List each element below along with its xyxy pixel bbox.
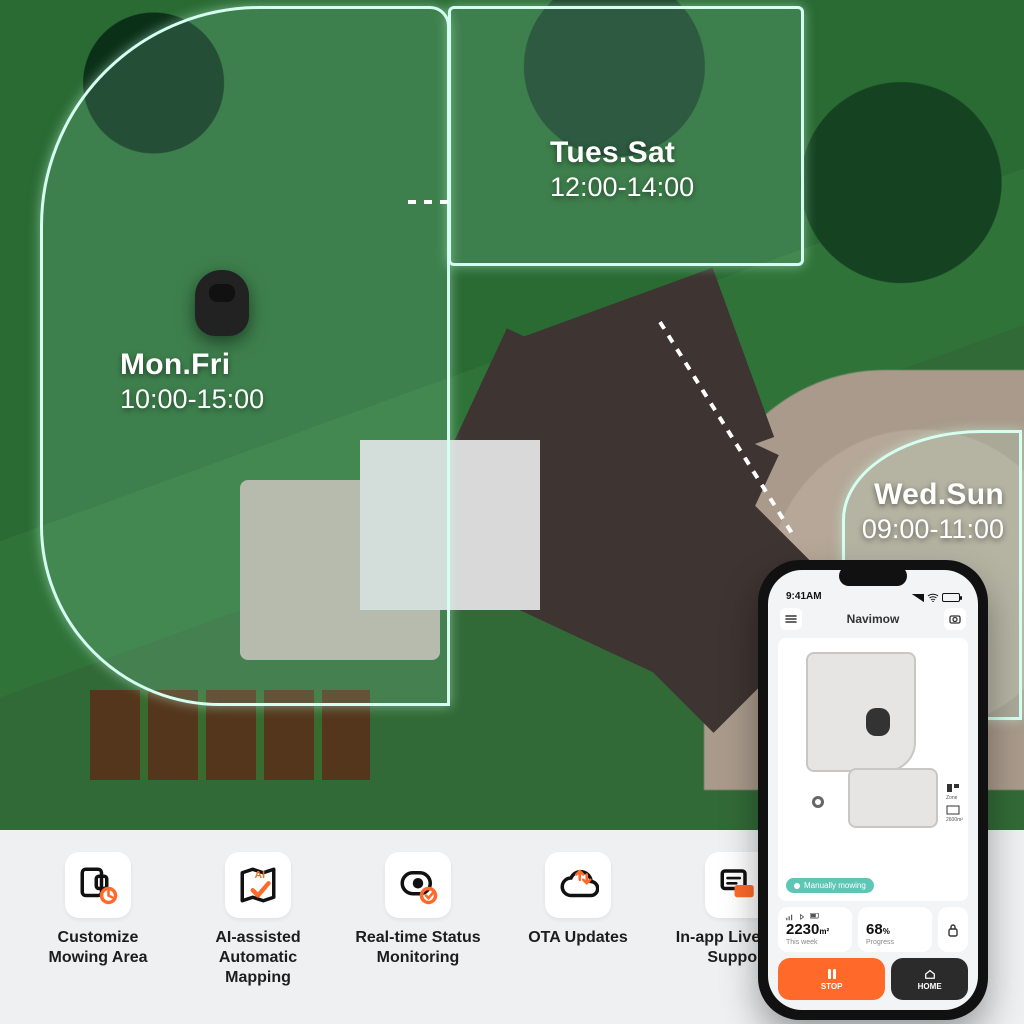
phone-mockup: 9:41AM Navimow	[758, 560, 988, 1020]
area-tag: 2600m²	[946, 805, 964, 819]
app-screen: 9:41AM Navimow	[768, 570, 978, 1010]
stop-button[interactable]: STOP	[778, 958, 885, 1000]
stat-area-value: 2230	[786, 921, 819, 938]
hamburger-icon	[785, 613, 797, 625]
zone-1-label: Mon.Fri 10:00-15:00	[120, 348, 264, 415]
menu-button[interactable]	[780, 608, 802, 630]
mower-robot-icon	[195, 270, 249, 336]
stat-progress-unit: %	[883, 927, 890, 936]
home-button[interactable]: HOME	[891, 958, 968, 1000]
stat-area-card[interactable]: 2230m² This week	[778, 907, 852, 952]
zone-3-days: Wed.Sun	[862, 478, 1004, 512]
battery-small-icon	[810, 913, 820, 919]
feature-label: AI-assisted Automatic Mapping	[194, 928, 322, 988]
stat-progress-value: 68	[866, 921, 883, 938]
status-time: 9:41AM	[786, 591, 822, 602]
lock-button[interactable]	[938, 907, 968, 952]
feature-label: Customize Mowing Area	[34, 928, 162, 968]
app-dock-icon	[812, 796, 824, 808]
app-header: Navimow	[768, 604, 978, 634]
zone-3-time: 09:00-11:00	[862, 514, 1004, 545]
stop-button-label: STOP	[821, 982, 843, 991]
zone-3-label: Wed.Sun 09:00-11:00	[862, 478, 1004, 545]
ai-mapping-icon: AI	[237, 864, 279, 906]
wifi-icon	[927, 593, 939, 602]
status-pill-text: Manually mowing	[804, 881, 866, 890]
battery-icon	[942, 593, 960, 602]
app-title: Navimow	[847, 612, 900, 626]
mower-status-pill[interactable]: Manually mowing	[786, 878, 874, 893]
camera-button[interactable]	[944, 608, 966, 630]
signal-icon	[786, 913, 794, 921]
svg-text:AI: AI	[255, 869, 266, 881]
zone-1-days: Mon.Fri	[120, 348, 264, 382]
home-button-label: HOME	[918, 982, 942, 991]
stat-area-sub: This week	[786, 939, 844, 946]
zone-count-tag: Zone	[946, 783, 964, 797]
map-side-info: Zone 2600m²	[946, 783, 964, 819]
status-dot-icon	[794, 883, 800, 889]
feature-ota-updates: OTA Updates	[514, 852, 642, 948]
zone-2-label: Tues.Sat 12:00-14:00	[550, 136, 694, 203]
bluetooth-icon	[798, 913, 806, 921]
stat-area-unit: m²	[819, 927, 829, 936]
cellular-icon	[912, 594, 924, 602]
chat-support-icon	[717, 864, 759, 906]
feature-ai-mapping: AI AI-assisted Automatic Mapping	[194, 852, 322, 988]
pause-icon	[826, 968, 838, 980]
feature-customize-area: Customize Mowing Area	[34, 852, 162, 968]
feature-label: OTA Updates	[528, 928, 628, 948]
app-map-area[interactable]: Zone 2600m² Manually mowing	[778, 638, 968, 901]
home-icon	[924, 968, 936, 980]
camera-icon	[949, 613, 961, 625]
map-area-icon	[77, 864, 119, 906]
app-map-zone	[806, 652, 916, 772]
zone-2-days: Tues.Sat	[550, 136, 694, 170]
app-map-zone	[848, 768, 938, 828]
camera-status-icon	[397, 864, 439, 906]
zone-connector-1-2	[408, 200, 450, 204]
stat-progress-card[interactable]: 68% Progress	[858, 907, 932, 952]
dynamic-island	[839, 566, 907, 586]
zone-1-time: 10:00-15:00	[120, 384, 264, 415]
zone-2-time: 12:00-14:00	[550, 172, 694, 203]
feature-status-monitoring: Real-time Status Monitoring	[354, 852, 482, 968]
app-mower-icon	[866, 708, 890, 736]
stat-progress-sub: Progress	[866, 939, 924, 946]
lock-icon	[947, 923, 959, 937]
cloud-ota-icon	[557, 864, 599, 906]
feature-label: Real-time Status Monitoring	[354, 928, 482, 968]
